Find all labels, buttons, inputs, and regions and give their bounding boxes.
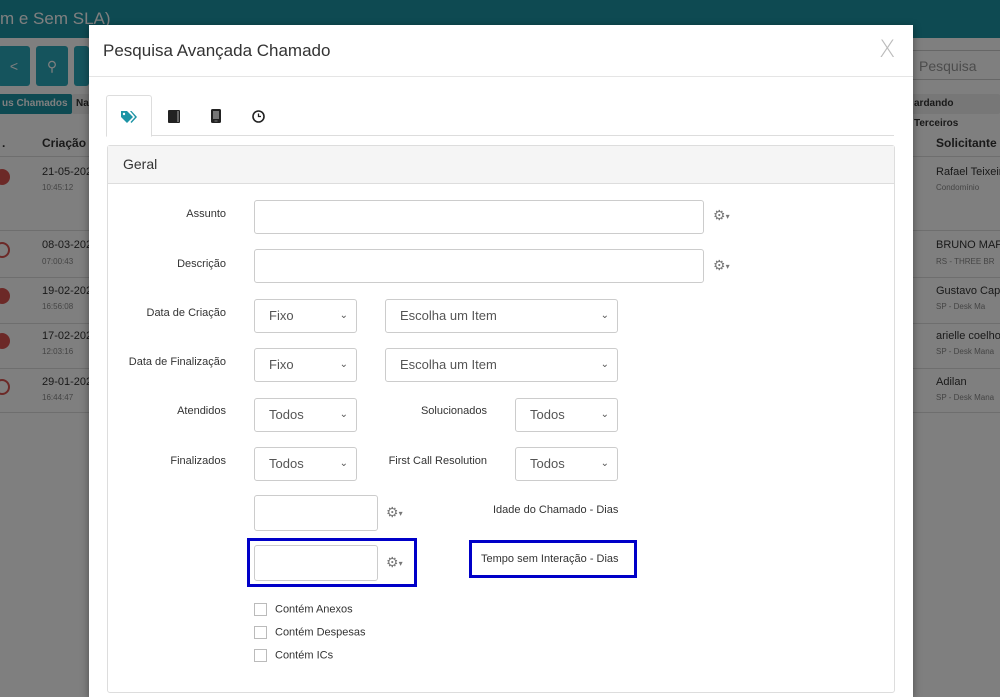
chevron-down-icon: ⌄ xyxy=(339,359,348,370)
atendidos-select[interactable]: Todos ⌄ xyxy=(254,398,357,432)
checkbox-label: Contém ICs xyxy=(275,649,334,662)
checkbox[interactable] xyxy=(254,649,267,662)
tags-icon xyxy=(121,111,137,124)
tab-clock[interactable] xyxy=(236,95,280,135)
checkbox[interactable] xyxy=(254,626,267,639)
data-finalizacao-item-select[interactable]: Escolha um Item ⌄ xyxy=(385,348,618,382)
fcr-select[interactable]: Todos ⌄ xyxy=(515,447,618,481)
tab-mobile[interactable] xyxy=(194,95,238,135)
select-value: Todos xyxy=(530,407,565,422)
finalizados-select[interactable]: Todos ⌄ xyxy=(254,447,357,481)
advanced-search-modal: Pesquisa Avançada Chamado X Geral Assunt… xyxy=(89,25,913,697)
descricao-label: Descrição xyxy=(177,258,226,270)
gear-icon: ⚙ xyxy=(713,207,726,223)
idade-chamado-input[interactable] xyxy=(254,495,378,531)
assunto-options[interactable]: ⚙▾ xyxy=(713,207,730,224)
select-value: Todos xyxy=(269,407,304,422)
modal-title: Pesquisa Avançada Chamado xyxy=(103,41,331,60)
solucionados-label: Solucionados xyxy=(420,405,487,417)
chevron-down-icon: ⌄ xyxy=(600,458,609,469)
mobile-icon xyxy=(211,109,221,124)
caret-down-icon: ▾ xyxy=(725,211,730,221)
select-value: Fixo xyxy=(269,357,294,372)
idade-options[interactable]: ⚙▾ xyxy=(386,504,403,521)
caret-down-icon: ▾ xyxy=(398,508,403,518)
data-criacao-label: Data de Criação xyxy=(146,307,227,319)
data-criacao-item-select[interactable]: Escolha um Item ⌄ xyxy=(385,299,618,333)
atendidos-label: Atendidos xyxy=(177,405,226,417)
chevron-down-icon: ⌄ xyxy=(339,310,348,321)
assunto-input[interactable] xyxy=(254,200,704,234)
checkbox-label: Contém Despesas xyxy=(275,626,366,639)
chevron-down-icon: ⌄ xyxy=(339,409,348,420)
tempo-options[interactable]: ⚙▾ xyxy=(386,554,403,571)
descricao-options[interactable]: ⚙▾ xyxy=(713,257,730,274)
select-value: Escolha um Item xyxy=(400,308,497,323)
caret-down-icon: ▾ xyxy=(725,261,730,271)
fcr-label: First Call Resolution xyxy=(388,455,487,467)
tempo-sem-interacao-input[interactable] xyxy=(254,545,378,581)
data-criacao-mode-select[interactable]: Fixo ⌄ xyxy=(254,299,357,333)
chevron-down-icon: ⌄ xyxy=(339,458,348,469)
gear-icon: ⚙ xyxy=(386,504,399,520)
book-icon xyxy=(168,109,180,123)
select-value: Todos xyxy=(530,456,565,471)
modal-tabs xyxy=(106,95,894,137)
tab-general[interactable] xyxy=(106,95,152,137)
select-value: Fixo xyxy=(269,308,294,323)
gear-icon: ⚙ xyxy=(386,554,399,570)
chevron-down-icon: ⌄ xyxy=(600,310,609,321)
checkbox-label: Contém Anexos xyxy=(275,603,353,616)
finalizados-label: Finalizados xyxy=(170,455,226,467)
tab-book[interactable] xyxy=(152,95,196,135)
assunto-label: Assunto xyxy=(186,208,226,220)
chevron-down-icon: ⌄ xyxy=(600,359,609,370)
data-finalizacao-label: Data de Finalização xyxy=(128,356,226,368)
checkbox-contem-despesas[interactable]: Contém Despesas xyxy=(254,626,366,639)
checkbox-contem-anexos[interactable]: Contém Anexos xyxy=(254,603,353,616)
tempo-sem-interacao-label: Tempo sem Interação - Dias xyxy=(481,553,619,565)
idade-chamado-label: Idade do Chamado - Dias xyxy=(493,504,619,516)
checkbox[interactable] xyxy=(254,603,267,616)
general-panel: Geral Assunto ⚙▾ Descrição ⚙▾ Data de Cr… xyxy=(107,145,895,693)
select-value: Todos xyxy=(269,456,304,471)
chevron-down-icon: ⌄ xyxy=(600,409,609,420)
data-finalizacao-mode-select[interactable]: Fixo ⌄ xyxy=(254,348,357,382)
gear-icon: ⚙ xyxy=(713,257,726,273)
checkbox-contem-ics[interactable]: Contém ICs xyxy=(254,649,333,662)
caret-down-icon: ▾ xyxy=(398,558,403,568)
clock-icon xyxy=(251,109,265,123)
divider xyxy=(89,76,913,77)
solucionados-select[interactable]: Todos ⌄ xyxy=(515,398,618,432)
select-value: Escolha um Item xyxy=(400,357,497,372)
panel-title: Geral xyxy=(108,146,894,184)
close-icon[interactable]: X xyxy=(879,35,895,63)
descricao-input[interactable] xyxy=(254,249,704,283)
